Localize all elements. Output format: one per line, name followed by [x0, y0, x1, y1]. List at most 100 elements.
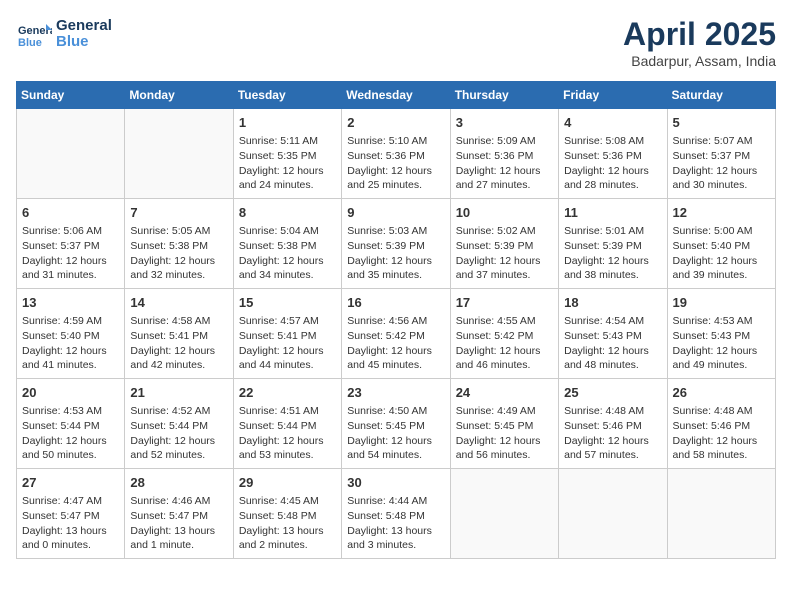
- day-info: Sunrise: 5:01 AM Sunset: 5:39 PM Dayligh…: [564, 224, 661, 283]
- col-header-friday: Friday: [559, 82, 667, 109]
- day-number: 1: [239, 114, 336, 132]
- day-number: 3: [456, 114, 553, 132]
- day-cell: 2Sunrise: 5:10 AM Sunset: 5:36 PM Daylig…: [342, 109, 450, 199]
- week-row-4: 20 Sunrise: 4:53 AM Sunset: 5:44 PM Dayli…: [17, 379, 776, 469]
- day-info: Sunrise: 4:48 AM Sunset: 5:46 PM Dayligh…: [564, 404, 661, 463]
- day-number: 7: [130, 204, 227, 222]
- day-number: 24: [456, 384, 553, 402]
- day-number: 15: [239, 294, 336, 312]
- day-info: Sunrise: 4:53 AM Sunset: 5:43 PM Dayligh…: [673, 314, 770, 373]
- day-info: Sunrise: 4:44 AM Sunset: 5:48 PM Dayligh…: [347, 494, 444, 553]
- day-number: 20: [22, 384, 119, 402]
- svg-text:Blue: Blue: [18, 37, 42, 49]
- day-cell: 29Sunrise: 4:45 AM Sunset: 5:48 PM Dayli…: [233, 469, 341, 559]
- day-cell: 16 Sunrise: 4:56 AM Sunset: 5:42 PM Dayli…: [342, 289, 450, 379]
- day-info: Sunrise: 5:11 AM Sunset: 5:35 PM Dayligh…: [239, 134, 336, 193]
- day-info: Sunrise: 5:08 AM Sunset: 5:36 PM Dayligh…: [564, 134, 661, 193]
- day-number: 28: [130, 474, 227, 492]
- day-number: 21: [130, 384, 227, 402]
- day-cell: 28 Sunrise: 4:46 AM Sunset: 5:47 PM Dayli…: [125, 469, 233, 559]
- day-number: 17: [456, 294, 553, 312]
- day-cell: 1 Sunrise: 5:11 AM Sunset: 5:35 PM Daylig…: [233, 109, 341, 199]
- day-number: 19: [673, 294, 770, 312]
- logo-line1: General: [56, 18, 112, 35]
- day-cell: [559, 469, 667, 559]
- day-number: 16: [347, 294, 444, 312]
- day-info: Sunrise: 4:56 AM Sunset: 5:42 PM Dayligh…: [347, 314, 444, 373]
- logo-icon: General Blue: [16, 16, 52, 52]
- day-cell: 26Sunrise: 4:48 AM Sunset: 5:46 PM Dayli…: [667, 379, 775, 469]
- day-number: 4: [564, 114, 661, 132]
- day-info: Sunrise: 4:49 AM Sunset: 5:45 PM Dayligh…: [456, 404, 553, 463]
- day-cell: 3 Sunrise: 5:09 AM Sunset: 5:36 PM Daylig…: [450, 109, 558, 199]
- day-number: 18: [564, 294, 661, 312]
- day-info: Sunrise: 5:06 AM Sunset: 5:37 PM Dayligh…: [22, 224, 119, 283]
- day-number: 26: [673, 384, 770, 402]
- col-header-monday: Monday: [125, 82, 233, 109]
- day-cell: 6 Sunrise: 5:06 AM Sunset: 5:37 PM Daylig…: [17, 199, 125, 289]
- day-info: Sunrise: 4:51 AM Sunset: 5:44 PM Dayligh…: [239, 404, 336, 463]
- day-cell: 30 Sunrise: 4:44 AM Sunset: 5:48 PM Dayli…: [342, 469, 450, 559]
- day-cell: 5Sunrise: 5:07 AM Sunset: 5:37 PM Daylig…: [667, 109, 775, 199]
- day-cell: 20 Sunrise: 4:53 AM Sunset: 5:44 PM Dayli…: [17, 379, 125, 469]
- day-cell: 4 Sunrise: 5:08 AM Sunset: 5:36 PM Daylig…: [559, 109, 667, 199]
- day-cell: 18Sunrise: 4:54 AM Sunset: 5:43 PM Dayli…: [559, 289, 667, 379]
- col-header-saturday: Saturday: [667, 82, 775, 109]
- day-number: 23: [347, 384, 444, 402]
- day-info: Sunrise: 4:46 AM Sunset: 5:47 PM Dayligh…: [130, 494, 227, 553]
- day-cell: 12 Sunrise: 5:00 AM Sunset: 5:40 PM Dayli…: [667, 199, 775, 289]
- week-row-3: 13 Sunrise: 4:59 AM Sunset: 5:40 PM Dayli…: [17, 289, 776, 379]
- day-cell: 14Sunrise: 4:58 AM Sunset: 5:41 PM Dayli…: [125, 289, 233, 379]
- header-row: SundayMondayTuesdayWednesdayThursdayFrid…: [17, 82, 776, 109]
- page-header: General Blue General Blue April 2025 Bad…: [16, 16, 776, 69]
- day-cell: [667, 469, 775, 559]
- day-cell: 17 Sunrise: 4:55 AM Sunset: 5:42 PM Dayli…: [450, 289, 558, 379]
- day-number: 25: [564, 384, 661, 402]
- logo-text: General Blue: [56, 18, 112, 51]
- day-cell: 21 Sunrise: 4:52 AM Sunset: 5:44 PM Dayli…: [125, 379, 233, 469]
- col-header-wednesday: Wednesday: [342, 82, 450, 109]
- day-info: Sunrise: 5:00 AM Sunset: 5:40 PM Dayligh…: [673, 224, 770, 283]
- location: Badarpur, Assam, India: [623, 53, 776, 69]
- day-number: 22: [239, 384, 336, 402]
- day-info: Sunrise: 4:47 AM Sunset: 5:47 PM Dayligh…: [22, 494, 119, 553]
- day-number: 27: [22, 474, 119, 492]
- day-info: Sunrise: 4:57 AM Sunset: 5:41 PM Dayligh…: [239, 314, 336, 373]
- week-row-5: 27 Sunrise: 4:47 AM Sunset: 5:47 PM Dayli…: [17, 469, 776, 559]
- day-number: 12: [673, 204, 770, 222]
- day-number: 14: [130, 294, 227, 312]
- title-block: April 2025 Badarpur, Assam, India: [623, 16, 776, 69]
- col-header-sunday: Sunday: [17, 82, 125, 109]
- day-cell: 23Sunrise: 4:50 AM Sunset: 5:45 PM Dayli…: [342, 379, 450, 469]
- day-number: 9: [347, 204, 444, 222]
- day-cell: [125, 109, 233, 199]
- day-cell: [450, 469, 558, 559]
- col-header-tuesday: Tuesday: [233, 82, 341, 109]
- day-info: Sunrise: 4:59 AM Sunset: 5:40 PM Dayligh…: [22, 314, 119, 373]
- day-info: Sunrise: 5:07 AM Sunset: 5:37 PM Dayligh…: [673, 134, 770, 193]
- logo: General Blue General Blue: [16, 16, 112, 52]
- day-cell: 13 Sunrise: 4:59 AM Sunset: 5:40 PM Dayli…: [17, 289, 125, 379]
- day-cell: 22 Sunrise: 4:51 AM Sunset: 5:44 PM Dayli…: [233, 379, 341, 469]
- day-cell: 8Sunrise: 5:04 AM Sunset: 5:38 PM Daylig…: [233, 199, 341, 289]
- day-cell: 27 Sunrise: 4:47 AM Sunset: 5:47 PM Dayli…: [17, 469, 125, 559]
- col-header-thursday: Thursday: [450, 82, 558, 109]
- day-info: Sunrise: 5:09 AM Sunset: 5:36 PM Dayligh…: [456, 134, 553, 193]
- day-number: 30: [347, 474, 444, 492]
- day-info: Sunrise: 4:52 AM Sunset: 5:44 PM Dayligh…: [130, 404, 227, 463]
- calendar-table: SundayMondayTuesdayWednesdayThursdayFrid…: [16, 81, 776, 559]
- day-cell: 11Sunrise: 5:01 AM Sunset: 5:39 PM Dayli…: [559, 199, 667, 289]
- day-number: 13: [22, 294, 119, 312]
- day-cell: [17, 109, 125, 199]
- day-cell: 9 Sunrise: 5:03 AM Sunset: 5:39 PM Daylig…: [342, 199, 450, 289]
- logo-line2: Blue: [56, 34, 112, 51]
- day-info: Sunrise: 5:03 AM Sunset: 5:39 PM Dayligh…: [347, 224, 444, 283]
- day-number: 6: [22, 204, 119, 222]
- week-row-2: 6 Sunrise: 5:06 AM Sunset: 5:37 PM Daylig…: [17, 199, 776, 289]
- day-info: Sunrise: 4:55 AM Sunset: 5:42 PM Dayligh…: [456, 314, 553, 373]
- day-number: 2: [347, 114, 444, 132]
- day-info: Sunrise: 4:45 AM Sunset: 5:48 PM Dayligh…: [239, 494, 336, 553]
- day-info: Sunrise: 4:53 AM Sunset: 5:44 PM Dayligh…: [22, 404, 119, 463]
- day-cell: 19 Sunrise: 4:53 AM Sunset: 5:43 PM Dayli…: [667, 289, 775, 379]
- day-number: 8: [239, 204, 336, 222]
